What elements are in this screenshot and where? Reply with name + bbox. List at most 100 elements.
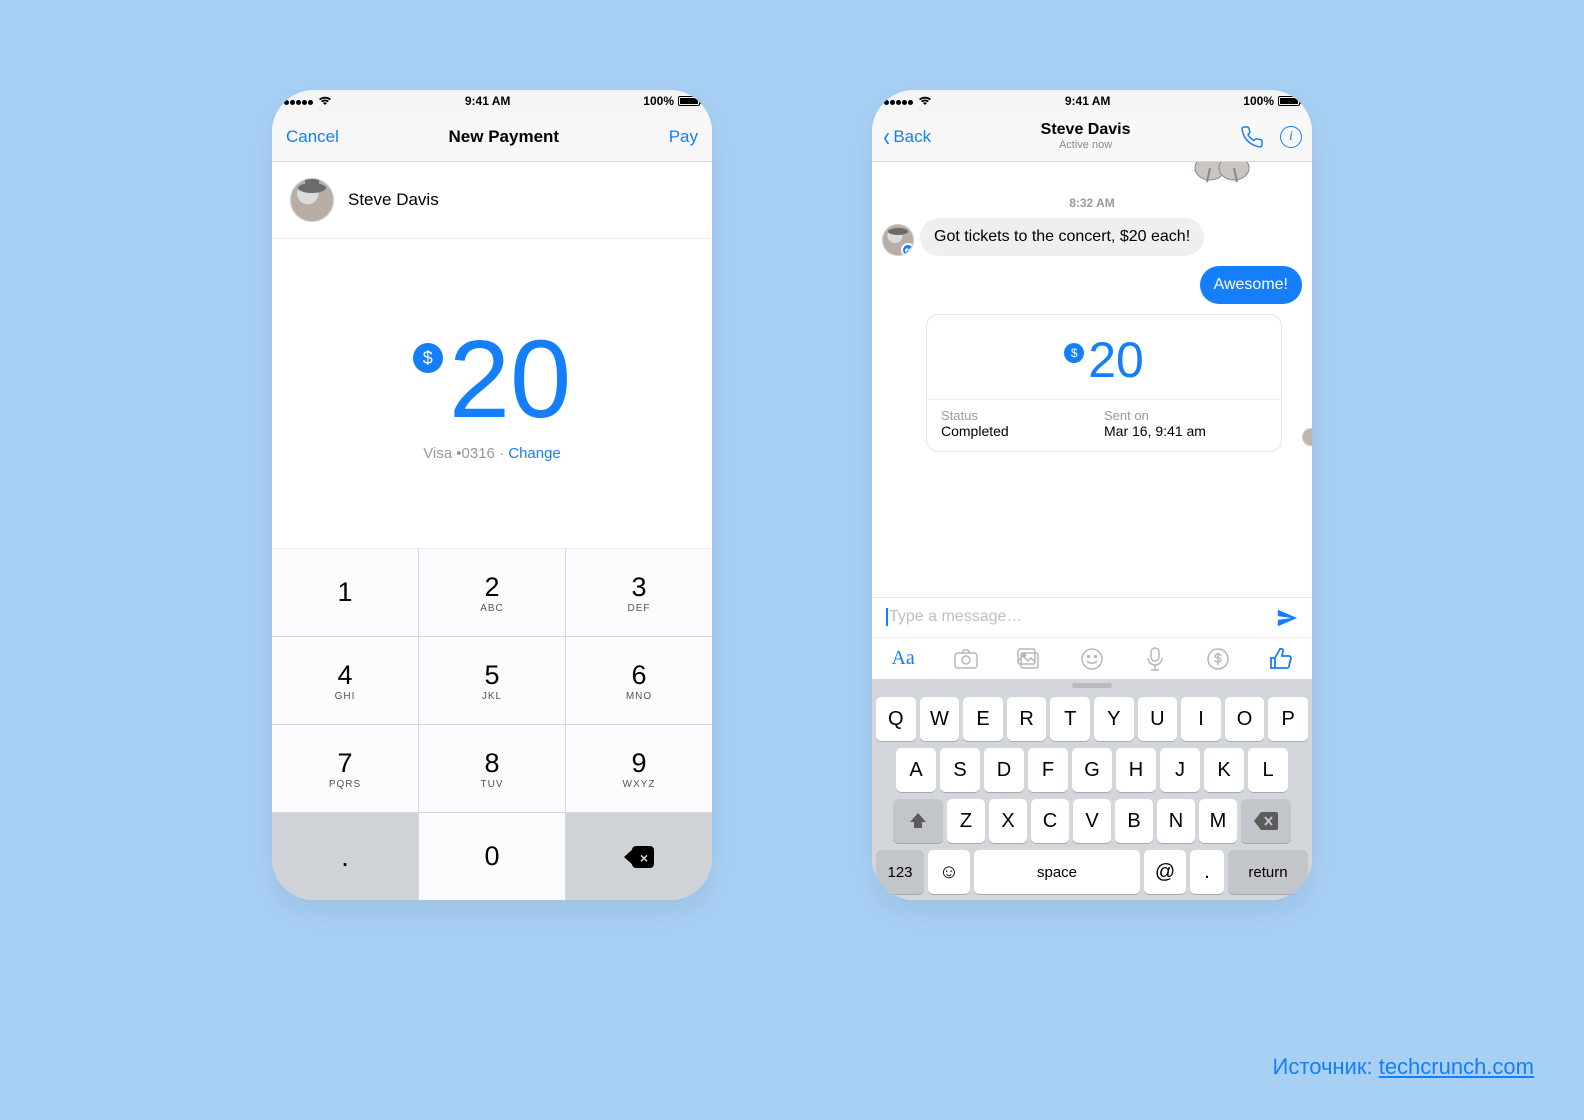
- messenger-badge-icon: [901, 243, 914, 256]
- contact-status: Active now: [931, 139, 1240, 152]
- key-x[interactable]: X: [989, 799, 1027, 843]
- voice-mic-icon[interactable]: [1143, 648, 1167, 670]
- payment-dollar-icon[interactable]: [1206, 648, 1230, 670]
- contact-name: Steve Davis: [931, 121, 1240, 139]
- key-w[interactable]: W: [920, 697, 960, 741]
- key-2[interactable]: 2ABC: [419, 549, 565, 636]
- chat-navbar: ‹ Back Steve Davis Active now i: [872, 112, 1312, 162]
- key-y[interactable]: Y: [1094, 697, 1134, 741]
- key-h[interactable]: H: [1116, 748, 1156, 792]
- message-bubble-out[interactable]: Awesome!: [1200, 266, 1302, 304]
- chat-body[interactable]: 8:32 AM Got tickets to the concert, $20 …: [872, 162, 1312, 597]
- key-3[interactable]: 3DEF: [566, 549, 712, 636]
- key-f[interactable]: F: [1028, 748, 1068, 792]
- key-delete[interactable]: ×: [566, 813, 712, 900]
- key-backspace[interactable]: [1241, 799, 1291, 843]
- dollar-badge-icon: $: [413, 343, 443, 373]
- key-j[interactable]: J: [1160, 748, 1200, 792]
- key-d[interactable]: D: [984, 748, 1024, 792]
- key-space[interactable]: space: [974, 850, 1140, 894]
- key-z[interactable]: Z: [947, 799, 985, 843]
- key-u[interactable]: U: [1138, 697, 1178, 741]
- amount-area: $ 20 Visa •0316 · Change: [272, 239, 712, 549]
- key-emoji[interactable]: ☺: [928, 850, 970, 894]
- message-bubble-in[interactable]: Got tickets to the concert, $20 each!: [920, 218, 1204, 256]
- gallery-icon[interactable]: [1017, 648, 1041, 670]
- key-period[interactable]: .: [272, 813, 418, 900]
- key-0[interactable]: 0: [419, 813, 565, 900]
- sticker-smile-icon[interactable]: [1080, 648, 1104, 670]
- qwerty-keyboard: Q W E R T Y U I O P A S D F G H J K L: [872, 691, 1312, 900]
- status-value: Completed: [941, 423, 1104, 439]
- key-return[interactable]: return: [1228, 850, 1308, 894]
- send-icon[interactable]: [1276, 607, 1298, 629]
- key-p[interactable]: P: [1268, 697, 1308, 741]
- key-q[interactable]: Q: [876, 697, 916, 741]
- dollar-badge-icon: $: [1064, 343, 1084, 363]
- mini-avatar[interactable]: [882, 224, 914, 256]
- key-r[interactable]: R: [1007, 697, 1047, 741]
- key-7[interactable]: 7PQRS: [272, 725, 418, 812]
- chat-timestamp: 8:32 AM: [882, 196, 1302, 210]
- key-m[interactable]: M: [1199, 799, 1237, 843]
- key-n[interactable]: N: [1157, 799, 1195, 843]
- statusbar-time: 9:41 AM: [465, 94, 511, 108]
- card-info: Visa •0316 · Change: [423, 445, 561, 462]
- key-g[interactable]: G: [1072, 748, 1112, 792]
- source-link[interactable]: techcrunch.com: [1379, 1054, 1534, 1079]
- key-s[interactable]: S: [940, 748, 980, 792]
- change-card-button[interactable]: Change: [508, 445, 561, 462]
- key-1[interactable]: 1: [272, 549, 418, 636]
- key-shift[interactable]: [893, 799, 943, 843]
- shift-icon: [908, 811, 928, 831]
- key-t[interactable]: T: [1050, 697, 1090, 741]
- cancel-button[interactable]: Cancel: [286, 127, 339, 147]
- key-at[interactable]: @: [1144, 850, 1186, 894]
- key-6[interactable]: 6MNO: [566, 637, 712, 724]
- text-aa-button[interactable]: Aa: [891, 647, 914, 670]
- key-dot[interactable]: .: [1190, 850, 1224, 894]
- msg-row-in: Got tickets to the concert, $20 each!: [882, 218, 1302, 256]
- avatar: [290, 178, 334, 222]
- key-c[interactable]: C: [1031, 799, 1069, 843]
- phone-call-icon[interactable]: [1240, 125, 1264, 149]
- read-receipt-avatar: [1302, 428, 1312, 446]
- pay-button[interactable]: Pay: [669, 127, 698, 147]
- key-8[interactable]: 8TUV: [419, 725, 565, 812]
- battery-pct: 100%: [643, 94, 674, 108]
- key-v[interactable]: V: [1073, 799, 1111, 843]
- recipient-name: Steve Davis: [348, 190, 439, 210]
- page-title: New Payment: [449, 127, 560, 147]
- battery-icon: [678, 96, 700, 106]
- key-k[interactable]: K: [1204, 748, 1244, 792]
- recipient-row[interactable]: Steve Davis: [272, 162, 712, 239]
- like-thumb-icon[interactable]: [1269, 648, 1293, 670]
- phone-payment: 9:41 AM 100% Cancel New Payment Pay Stev…: [272, 90, 712, 900]
- payment-card[interactable]: $ 20 Status Completed Sent on Mar 16, 9:…: [926, 314, 1282, 452]
- key-o[interactable]: O: [1225, 697, 1265, 741]
- key-b[interactable]: B: [1115, 799, 1153, 843]
- keyboard-handle[interactable]: [872, 679, 1312, 691]
- navbar: Cancel New Payment Pay: [272, 112, 712, 162]
- battery-icon: [1278, 96, 1300, 106]
- key-l[interactable]: L: [1248, 748, 1288, 792]
- statusbar: 9:41 AM 100%: [872, 90, 1312, 112]
- source-credit: Источник: techcrunch.com: [1273, 1054, 1534, 1080]
- compose-toolbar: Aa: [872, 637, 1312, 679]
- key-9[interactable]: 9WXYZ: [566, 725, 712, 812]
- key-a[interactable]: A: [896, 748, 936, 792]
- back-button[interactable]: ‹ Back: [882, 127, 931, 147]
- key-5[interactable]: 5JKL: [419, 637, 565, 724]
- key-4[interactable]: 4GHI: [272, 637, 418, 724]
- key-e[interactable]: E: [963, 697, 1003, 741]
- phone-chat: 9:41 AM 100% ‹ Back Steve Davis Active n…: [872, 90, 1312, 900]
- compose-bar: Type a message…: [872, 597, 1312, 637]
- msg-row-out: Awesome!: [882, 266, 1302, 304]
- backspace-icon: ×: [624, 846, 654, 868]
- info-icon[interactable]: i: [1280, 126, 1302, 148]
- key-i[interactable]: I: [1181, 697, 1221, 741]
- camera-icon[interactable]: [954, 648, 978, 670]
- backspace-icon: [1254, 812, 1278, 830]
- message-input[interactable]: Type a message…: [886, 608, 1268, 626]
- key-123[interactable]: 123: [876, 850, 924, 894]
